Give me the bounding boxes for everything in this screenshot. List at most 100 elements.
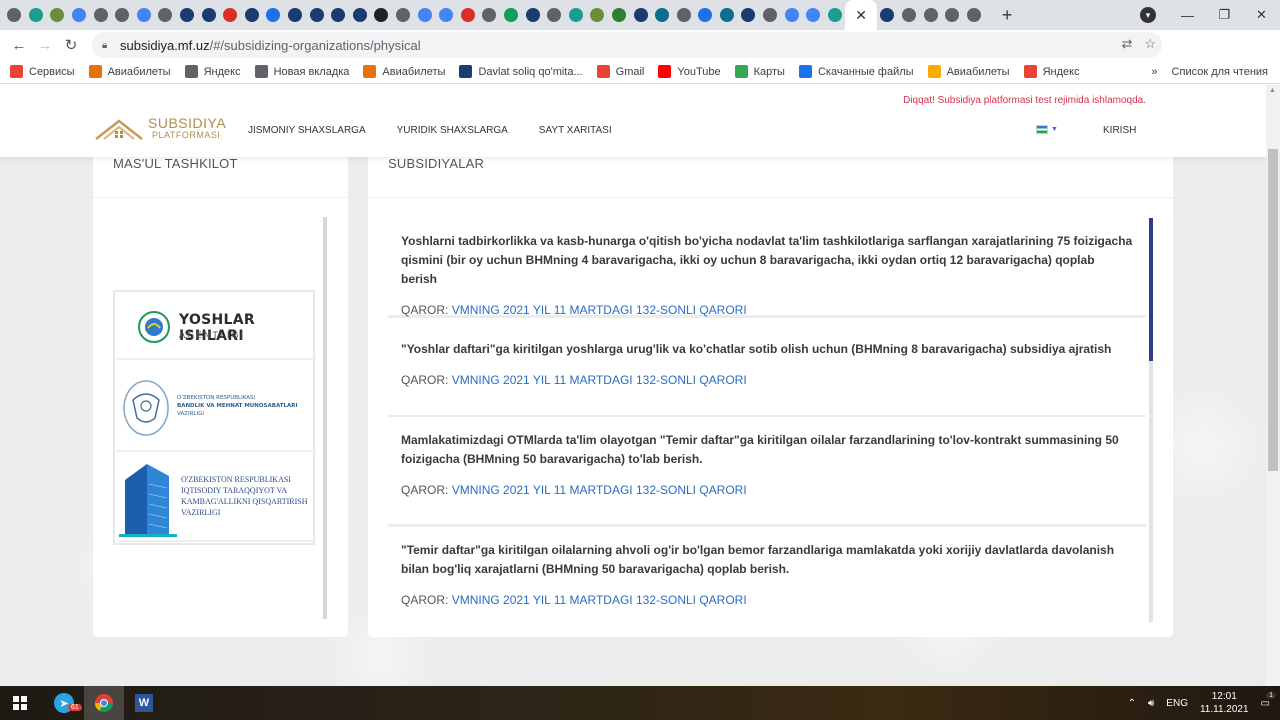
browser-tab[interactable]	[112, 0, 133, 30]
browser-tab[interactable]	[220, 0, 241, 30]
subsidy-item[interactable]: "Yoshlar daftari"ga kiritilgan yoshlarga…	[388, 326, 1146, 418]
browser-tab[interactable]	[414, 0, 435, 30]
browser-tab[interactable]	[479, 0, 500, 30]
scrollbar-thumb[interactable]	[1149, 218, 1153, 361]
browser-tab[interactable]	[964, 0, 985, 30]
address-bar[interactable]: 🔒︎ subsidiya.mf.uz/#/subsidizing-organiz…	[92, 32, 1162, 58]
browser-tab[interactable]	[609, 0, 630, 30]
browser-tab[interactable]	[371, 0, 392, 30]
browser-tab[interactable]	[738, 0, 759, 30]
clock[interactable]: 12:01 11.11.2021	[1200, 690, 1249, 716]
tray-chevron-icon[interactable]: ⌃	[1128, 698, 1136, 709]
lock-icon[interactable]: 🔒︎	[102, 40, 112, 51]
org-economy-ministry[interactable]: O'ZBEKISTON RESPUBLIKASI IQTISODIY TARAQ…	[117, 456, 313, 542]
browser-tab[interactable]	[69, 0, 90, 30]
decree-link[interactable]: VMNING 2021 YIL 11 MARTDAGI 132-SONLI QA…	[452, 593, 747, 607]
minimize-icon[interactable]: —	[1169, 0, 1206, 30]
org-labor-ministry[interactable]: O'ZBEKISTON RESPUBLIKASI BANDLIK VA MEHN…	[117, 364, 313, 452]
bookmark-item[interactable]: Авиабилеты	[363, 65, 445, 78]
more-bookmarks-icon[interactable]: »	[1151, 66, 1157, 78]
decree-link[interactable]: VMNING 2021 YIL 11 MARTDAGI 132-SONLI QA…	[452, 373, 747, 387]
keyboard-layout[interactable]: ENG	[1166, 698, 1188, 709]
browser-tab[interactable]	[942, 0, 963, 30]
browser-tab[interactable]	[4, 0, 25, 30]
close-tab-icon[interactable]: ✕	[855, 7, 867, 24]
browser-tab[interactable]	[457, 0, 478, 30]
subsidy-item[interactable]: "Temir daftar"ga kiritilgan oilalarning …	[388, 527, 1146, 622]
org-list-scrollbar[interactable]	[323, 217, 327, 619]
browser-tab[interactable]	[899, 0, 920, 30]
browser-tab[interactable]	[501, 0, 522, 30]
bookmark-item[interactable]: Авиабилеты	[88, 65, 171, 78]
bookmark-item[interactable]: Davlat soliq qo'mita...	[459, 65, 583, 78]
menu-physical[interactable]: JISMONIY SHAXSLARGA	[248, 125, 366, 136]
browser-tab[interactable]	[26, 0, 47, 30]
browser-tab[interactable]	[877, 0, 898, 30]
browser-tab[interactable]	[760, 0, 781, 30]
translate-icon[interactable]: ⇄	[1121, 36, 1132, 52]
browser-tab[interactable]	[328, 0, 349, 30]
bookmark-item[interactable]: Яндекс	[1023, 65, 1080, 78]
bookmark-item[interactable]: YouTube	[658, 65, 721, 78]
browser-tab[interactable]	[522, 0, 543, 30]
bookmark-star-icon[interactable]: ☆	[1144, 36, 1156, 52]
browser-tab[interactable]	[630, 0, 651, 30]
browser-tab[interactable]	[134, 0, 155, 30]
subsidy-list-scrollbar[interactable]	[1149, 218, 1153, 622]
browser-tab[interactable]	[695, 0, 716, 30]
subsidy-item[interactable]: Mamlakatimizdagi OTMlarda ta'lim olayotg…	[388, 417, 1146, 527]
language-selector[interactable]: ▼	[1036, 125, 1058, 134]
decree-link[interactable]: VMNING 2021 YIL 11 MARTDAGI 132-SONLI QA…	[452, 483, 747, 497]
browser-tab[interactable]	[393, 0, 414, 30]
bookmark-item[interactable]: Яндекс	[184, 65, 241, 78]
browser-tab[interactable]	[350, 0, 371, 30]
forward-icon[interactable]: →	[32, 32, 58, 58]
bookmark-item[interactable]: Авиабилеты	[927, 65, 1010, 78]
volume-icon[interactable]: 🔊︎	[1148, 698, 1154, 709]
browser-tab[interactable]	[155, 0, 176, 30]
close-window-icon[interactable]: ✕	[1243, 0, 1280, 30]
bookmark-item[interactable]: Сервисы	[10, 65, 75, 78]
browser-tab[interactable]	[263, 0, 284, 30]
windows-start-icon[interactable]	[0, 686, 40, 720]
browser-tab[interactable]	[652, 0, 673, 30]
notifications-icon[interactable]: ▭ 1	[1261, 691, 1276, 709]
menu-sitemap[interactable]: SAYT XARITASI	[539, 125, 612, 136]
word-taskbar-icon[interactable]: W	[124, 686, 164, 720]
page-scrollbar-thumb[interactable]	[1268, 149, 1278, 471]
browser-tab[interactable]	[825, 0, 846, 30]
org-youth-agency[interactable]: YOSHLAR ISHLARI AGENTLIGI	[117, 294, 313, 360]
browser-tab[interactable]	[717, 0, 738, 30]
browser-tab[interactable]	[47, 0, 68, 30]
browser-tab[interactable]	[306, 0, 327, 30]
reading-list-button[interactable]: Список для чтения	[1172, 66, 1268, 78]
bookmark-item[interactable]: Gmail	[596, 65, 644, 78]
browser-tab[interactable]	[587, 0, 608, 30]
decree-link[interactable]: VMNING 2021 YIL 11 MARTDAGI 132-SONLI QA…	[452, 303, 747, 317]
subsidy-item[interactable]: Yoshlarni tadbirkorlikka va kasb-hunarga…	[388, 218, 1146, 318]
bookmark-item[interactable]: Скачанные файлы	[798, 65, 914, 78]
browser-tab[interactable]	[177, 0, 198, 30]
maximize-icon[interactable]: ❐	[1206, 0, 1243, 30]
reload-icon[interactable]: ↻	[58, 32, 84, 58]
bookmark-item[interactable]: Новая вкладка	[254, 65, 349, 78]
browser-tab[interactable]	[285, 0, 306, 30]
menu-legal[interactable]: YURIDIK SHAXSLARGA	[397, 125, 508, 136]
chrome-taskbar-icon[interactable]	[84, 686, 124, 720]
browser-tab[interactable]	[673, 0, 694, 30]
login-link[interactable]: KIRISH	[1103, 125, 1136, 136]
browser-tab[interactable]	[803, 0, 824, 30]
new-tab-button[interactable]: +	[994, 0, 1020, 30]
browser-tab[interactable]	[90, 0, 111, 30]
bookmark-item[interactable]: Карты	[734, 65, 785, 78]
browser-tab[interactable]	[565, 0, 586, 30]
site-logo[interactable]: SUBSIDIYA PLATFORMASI	[94, 113, 226, 143]
browser-tab[interactable]	[436, 0, 457, 30]
browser-tab[interactable]	[242, 0, 263, 30]
page-scrollbar[interactable]: ▲	[1266, 85, 1280, 686]
tab-search-icon[interactable]: ▾	[1140, 7, 1156, 23]
active-tab[interactable]: ✕	[845, 0, 878, 30]
telegram-icon[interactable]: ➤ 61	[44, 686, 84, 720]
browser-tab[interactable]	[920, 0, 941, 30]
scroll-up-icon[interactable]: ▲	[1269, 87, 1276, 94]
